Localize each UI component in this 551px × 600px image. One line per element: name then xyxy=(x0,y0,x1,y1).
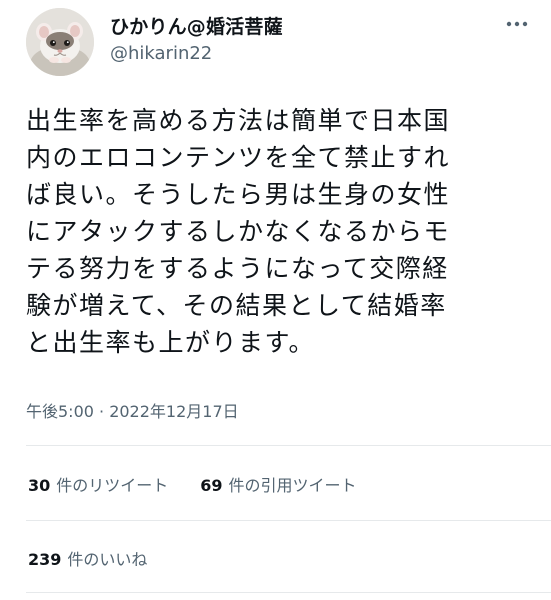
tweet-text-line: テる努力をするようになって交際経 xyxy=(26,254,449,283)
tweet-text: 出生率を高める方法は簡単で日本国 内のエロコンテンツを全て禁止すれ ば良い。そう… xyxy=(26,102,532,361)
tweet-text-line: ば良い。そうしたら男は生身の女性 xyxy=(26,180,451,209)
tweet-text-line: と出生率も上がります。 xyxy=(26,328,316,357)
more-options-button[interactable] xyxy=(505,12,529,36)
retweets-count: 30 xyxy=(28,476,51,495)
tweet-timestamp[interactable]: 午後5:00 · 2022年12月17日 xyxy=(26,398,239,422)
divider xyxy=(26,520,551,521)
hamster-avatar-icon xyxy=(26,8,94,76)
likes-row: 239 件のいいね xyxy=(28,546,147,570)
likes-count: 239 xyxy=(28,550,62,569)
avatar[interactable] xyxy=(26,8,94,76)
user-handle[interactable]: @hikarin22 xyxy=(110,43,212,64)
tweet-text-line: 験が増えて、その結果として結婚率 xyxy=(26,291,447,320)
quotes-stat[interactable]: 69 件の引用ツイート xyxy=(200,472,356,496)
more-horizontal-icon xyxy=(506,21,528,27)
display-name[interactable]: ひかりん@婚活菩薩 xyxy=(110,12,283,39)
divider xyxy=(26,445,551,446)
tweet-text-line: 内のエロコンテンツを全て禁止すれ xyxy=(26,143,451,172)
tweet-text-line: にアタックするしかなくなるからモ xyxy=(26,217,451,246)
engagement-row: 30 件のリツイート 69 件の引用ツイート xyxy=(28,472,357,496)
divider xyxy=(26,592,551,593)
tweet-text-line: 出生率を高める方法は簡単で日本国 xyxy=(26,106,451,135)
likes-label: 件のいいね xyxy=(67,550,148,569)
retweets-label: 件のリツイート xyxy=(56,476,169,495)
tweet-detail: ひかりん@婚活菩薩 @hikarin22 出生率を高める方法は簡単で日本国 内の… xyxy=(0,0,551,600)
likes-stat[interactable]: 239 件のいいね xyxy=(28,546,147,570)
retweets-stat[interactable]: 30 件のリツイート xyxy=(28,472,168,496)
quotes-label: 件の引用ツイート xyxy=(228,476,357,495)
quotes-count: 69 xyxy=(200,476,223,495)
